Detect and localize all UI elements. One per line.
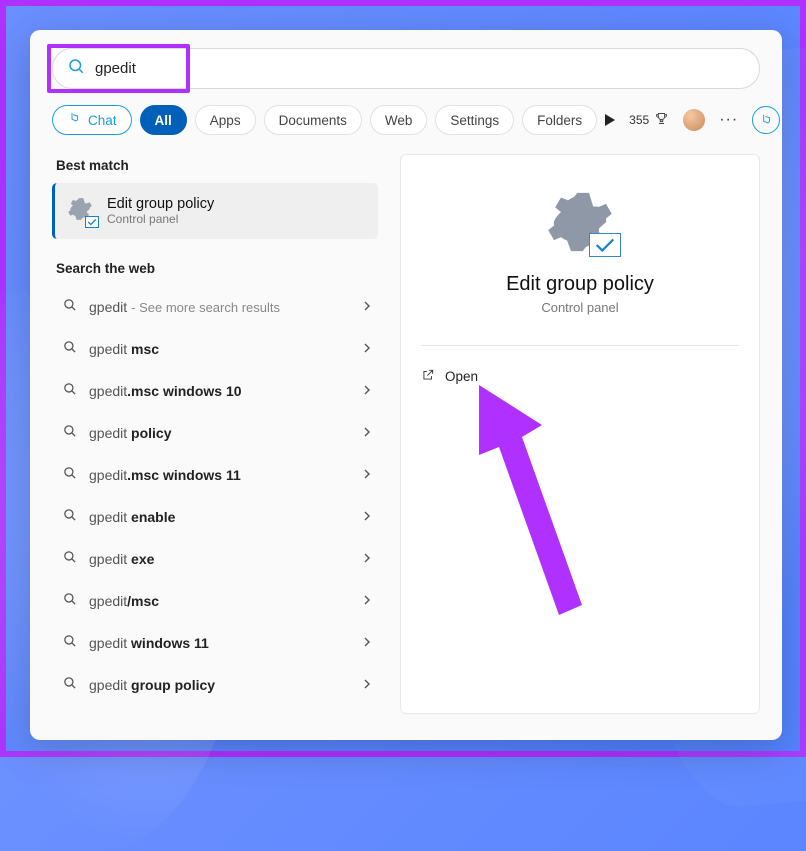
search-bar[interactable]	[52, 48, 760, 89]
search-icon	[62, 423, 77, 443]
web-result-hint: - See more search results	[131, 300, 280, 315]
control-panel-icon	[67, 196, 97, 226]
chevron-right-icon	[362, 634, 372, 652]
search-icon	[62, 675, 77, 695]
web-result-text: gpedit enable	[89, 509, 175, 525]
preview-title: Edit group policy	[506, 273, 654, 296]
web-result-text: gpedit policy	[89, 425, 172, 441]
search-icon	[62, 507, 77, 527]
web-result-row[interactable]: gpedit.msc windows 10	[52, 370, 378, 412]
rewards-points: 355	[629, 113, 649, 127]
open-external-icon	[421, 368, 435, 385]
web-result-row[interactable]: gpedit policy	[52, 412, 378, 454]
more-options-icon[interactable]: ···	[719, 111, 738, 129]
web-result-row[interactable]: gpedit exe	[52, 538, 378, 580]
chevron-right-icon	[362, 382, 372, 400]
filter-chips-row: Chat All Apps Documents Web Settings Fol…	[52, 103, 760, 137]
web-result-text: gpedit	[89, 299, 127, 315]
chip-all-label: All	[155, 113, 172, 128]
play-icon[interactable]	[605, 114, 615, 126]
search-icon	[62, 591, 77, 611]
open-action[interactable]: Open	[421, 368, 739, 385]
web-result-row[interactable]: gpedit - See more search results	[52, 286, 378, 328]
web-result-row[interactable]: gpedit msc	[52, 328, 378, 370]
chip-chat-label: Chat	[88, 113, 117, 128]
best-match-title: Edit group policy	[107, 196, 214, 212]
web-result-text: gpedit windows 11	[89, 635, 209, 651]
preview-divider	[421, 345, 739, 346]
chevron-right-icon	[362, 340, 372, 358]
search-icon	[62, 297, 77, 317]
user-avatar[interactable]	[683, 109, 705, 131]
web-result-row[interactable]: gpedit.msc windows 11	[52, 454, 378, 496]
web-result-row[interactable]: gpedit group policy	[52, 664, 378, 706]
search-input[interactable]	[95, 60, 745, 77]
checkbox-overlay-icon	[85, 216, 99, 228]
search-web-heading: Search the web	[56, 261, 378, 276]
trophy-icon	[654, 111, 669, 129]
windows-search-window: Chat All Apps Documents Web Settings Fol…	[30, 30, 782, 740]
chevron-right-icon	[362, 466, 372, 484]
chip-web[interactable]: Web	[370, 105, 428, 135]
chip-chat[interactable]: Chat	[52, 105, 132, 135]
web-result-row[interactable]: gpedit enable	[52, 496, 378, 538]
chevron-right-icon	[362, 424, 372, 442]
web-result-text: gpedit/msc	[89, 593, 159, 609]
chevron-right-icon	[362, 550, 372, 568]
chip-folders[interactable]: Folders	[522, 105, 597, 135]
web-results-list: gpedit - See more search results gpedit m…	[52, 286, 378, 706]
preview-app-icon	[545, 187, 615, 257]
search-icon	[62, 339, 77, 359]
chip-settings[interactable]: Settings	[435, 105, 514, 135]
preview-pane: Edit group policy Control panel Open	[400, 154, 760, 714]
chevron-right-icon	[362, 298, 372, 316]
web-result-row[interactable]: gpedit windows 11	[52, 622, 378, 664]
search-icon	[62, 549, 77, 569]
chevron-right-icon	[362, 508, 372, 526]
best-match-item[interactable]: Edit group policy Control panel	[52, 183, 378, 239]
bing-chat-icon	[67, 111, 82, 129]
chip-all[interactable]: All	[140, 105, 187, 135]
web-result-text: gpedit group policy	[89, 677, 215, 693]
web-result-text: gpedit.msc windows 10	[89, 383, 242, 399]
chip-documents[interactable]: Documents	[264, 105, 362, 135]
chip-apps[interactable]: Apps	[195, 105, 256, 135]
chevron-right-icon	[362, 592, 372, 610]
filters-right-group: 355 ···	[605, 106, 780, 134]
search-icon	[62, 465, 77, 485]
bing-button[interactable]	[752, 106, 780, 134]
best-match-heading: Best match	[56, 158, 378, 173]
preview-subtitle: Control panel	[541, 300, 618, 315]
checkbox-overlay-icon	[589, 233, 621, 257]
search-icon	[62, 633, 77, 653]
results-left-column: Best match Edit group policy Control pan…	[52, 156, 378, 706]
web-result-text: gpedit msc	[89, 341, 159, 357]
open-label: Open	[445, 369, 478, 384]
chevron-right-icon	[362, 676, 372, 694]
best-match-subtitle: Control panel	[107, 212, 214, 226]
web-result-row[interactable]: gpedit/msc	[52, 580, 378, 622]
web-result-text: gpedit.msc windows 11	[89, 467, 241, 483]
rewards-counter[interactable]: 355	[629, 111, 669, 129]
web-result-text: gpedit exe	[89, 551, 154, 567]
search-icon	[62, 381, 77, 401]
search-icon	[67, 57, 85, 80]
